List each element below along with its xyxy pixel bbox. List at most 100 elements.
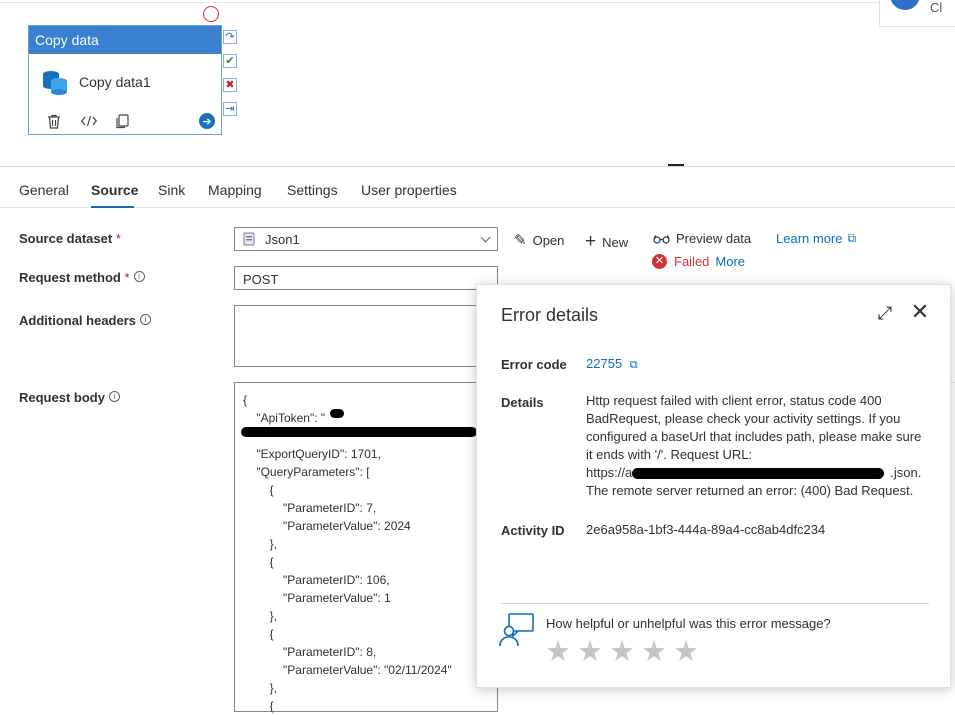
learn-more-link[interactable]: Learn more ⧉ bbox=[776, 231, 856, 246]
request-body-line: "ParameterValue": 1 bbox=[243, 591, 391, 605]
source-dataset-label: Source dataset * bbox=[19, 231, 121, 246]
request-body-input[interactable]: { "ApiToken": " "ExportQueryID": 1701, "… bbox=[234, 382, 498, 713]
details-label: Details bbox=[501, 395, 544, 410]
request-body-line: "ParameterID": 7, bbox=[243, 501, 377, 515]
additional-headers-input[interactable] bbox=[234, 305, 498, 367]
tab-mapping[interactable]: Mapping bbox=[208, 182, 262, 198]
source-dataset-value: Json1 bbox=[265, 231, 300, 247]
skip-handle-icon[interactable]: ↷ bbox=[223, 30, 237, 44]
request-body-line: "ExportQueryID": 1701, bbox=[243, 447, 381, 461]
star-icon[interactable]: ★ bbox=[577, 635, 603, 669]
star-icon[interactable]: ★ bbox=[545, 635, 571, 669]
request-body-line: { bbox=[243, 555, 274, 569]
chevron-down-icon bbox=[480, 232, 491, 243]
star-icon[interactable]: ★ bbox=[609, 635, 635, 669]
clone-icon[interactable] bbox=[113, 112, 131, 130]
properties-tabs: General Source Sink Mapping Settings Use… bbox=[0, 178, 955, 208]
status-failed-label: Failed bbox=[674, 254, 710, 269]
request-body-line: "ParameterID": 8, bbox=[243, 645, 377, 659]
request-body-line: "ParameterID": 106, bbox=[243, 573, 390, 587]
canvas-corner-widget[interactable]: Cl bbox=[879, 0, 955, 27]
status-more-link[interactable]: More bbox=[715, 254, 745, 269]
tab-sink[interactable]: Sink bbox=[158, 182, 185, 198]
canvas-top-border bbox=[0, 2, 880, 3]
close-icon[interactable]: ✕ bbox=[909, 301, 931, 323]
error-code-value: 22755 bbox=[586, 356, 623, 371]
request-body-line: { bbox=[243, 393, 248, 407]
info-icon[interactable]: i bbox=[140, 314, 152, 325]
feedback-person-icon bbox=[499, 613, 534, 647]
external-link-icon: ⧉ bbox=[847, 231, 857, 245]
activity-error-handle[interactable] bbox=[203, 6, 219, 22]
redaction-mark bbox=[632, 468, 884, 479]
tab-source[interactable]: Source bbox=[91, 182, 138, 198]
open-label: Open bbox=[532, 232, 565, 248]
globe-icon bbox=[890, 0, 920, 10]
tab-user-properties[interactable]: User properties bbox=[361, 182, 457, 198]
new-dataset-button[interactable]: + New bbox=[585, 231, 628, 253]
open-dataset-button[interactable]: ✎ Open bbox=[514, 231, 564, 249]
tab-settings[interactable]: Settings bbox=[287, 182, 338, 198]
copy-data-activity[interactable]: Copy data Copy data1 ➔ bbox=[28, 25, 222, 135]
feedback-divider bbox=[501, 603, 929, 604]
request-body-line: "ParameterValue": "02/11/2024" bbox=[243, 663, 452, 677]
request-body-line: { bbox=[243, 699, 274, 713]
plus-icon: + bbox=[585, 231, 597, 252]
pipeline-canvas[interactable]: Cl Copy data Copy data1 ➔ ↷ ✔ ✖ ⇥ bbox=[0, 0, 955, 166]
request-method-select[interactable]: POST bbox=[234, 266, 498, 290]
feedback-question: How helpful or unhelpful was this error … bbox=[546, 616, 831, 631]
request-body-line: { bbox=[243, 627, 274, 641]
background-edge bbox=[951, 382, 955, 442]
failure-handle-icon[interactable]: ✖ bbox=[223, 78, 237, 92]
additional-headers-label: Additional headers i bbox=[19, 313, 152, 328]
pencil-icon: ✎ bbox=[514, 232, 527, 249]
request-body-line: { bbox=[243, 483, 274, 497]
activity-dependency-handles: ↷ ✔ ✖ ⇥ bbox=[223, 30, 239, 126]
database-icon bbox=[43, 71, 67, 95]
star-icon[interactable]: ★ bbox=[673, 635, 699, 669]
tab-general[interactable]: General bbox=[19, 182, 69, 198]
info-icon[interactable]: i bbox=[133, 271, 145, 282]
error-code-label: Error code bbox=[501, 357, 567, 372]
info-icon[interactable]: i bbox=[108, 391, 120, 402]
dataset-icon bbox=[243, 232, 255, 246]
success-handle-icon[interactable]: ✔ bbox=[223, 54, 237, 68]
preview-data-button[interactable]: Preview data bbox=[653, 231, 751, 246]
error-panel-title: Error details bbox=[501, 305, 599, 325]
error-details-text: Http request failed with client error, s… bbox=[586, 392, 922, 500]
activity-name: Copy data1 bbox=[79, 74, 151, 90]
request-body-line: }, bbox=[243, 681, 278, 695]
details-line: it ends with '/'. Request URL: bbox=[586, 447, 753, 462]
details-line: Http request failed with client error, s… bbox=[586, 393, 882, 408]
request-body-line: "ApiToken": " bbox=[243, 411, 326, 425]
new-label: New bbox=[602, 234, 629, 250]
request-body-line: "ParameterValue": 2024 bbox=[243, 519, 411, 533]
external-link-icon: ⧉ bbox=[629, 359, 638, 371]
arrow-right-icon[interactable]: ➔ bbox=[199, 113, 215, 129]
redaction-mark bbox=[241, 427, 477, 437]
error-code-link[interactable]: 22755 ⧉ bbox=[586, 355, 638, 374]
code-icon[interactable] bbox=[80, 112, 98, 130]
details-url-suffix: .json. bbox=[890, 465, 922, 480]
source-dataset-select[interactable]: Json1 bbox=[234, 227, 498, 251]
details-line: https://a .json. bbox=[586, 464, 922, 482]
details-url-prefix: https://a bbox=[586, 465, 633, 480]
star-icon[interactable]: ★ bbox=[641, 635, 667, 669]
activity-type-header: Copy data bbox=[29, 26, 221, 54]
request-body-line: "QueryParameters": [ bbox=[243, 465, 370, 479]
preview-label: Preview data bbox=[676, 231, 752, 246]
completion-handle-icon[interactable]: ⇥ bbox=[223, 102, 237, 116]
feedback-star-rating[interactable]: ★ ★ ★ ★ ★ bbox=[545, 635, 705, 669]
delete-icon[interactable] bbox=[45, 112, 63, 130]
panel-splitter[interactable] bbox=[0, 166, 955, 167]
expand-icon[interactable]: ⤢ bbox=[875, 303, 895, 323]
details-line: The remote server returned an error: (40… bbox=[586, 483, 914, 498]
active-tab-indicator bbox=[91, 206, 134, 208]
error-details-panel: Error details ⤢ ✕ Error code 22755 ⧉ Det… bbox=[476, 284, 951, 688]
request-body-line: }, bbox=[243, 609, 278, 623]
glasses-icon bbox=[653, 234, 670, 244]
corner-widget-label: Cl bbox=[930, 0, 943, 15]
splitter-grip[interactable] bbox=[668, 164, 684, 166]
preview-status: ✕ Failed More bbox=[652, 254, 745, 269]
details-line: configured a baseUrl that includes path,… bbox=[586, 429, 922, 444]
